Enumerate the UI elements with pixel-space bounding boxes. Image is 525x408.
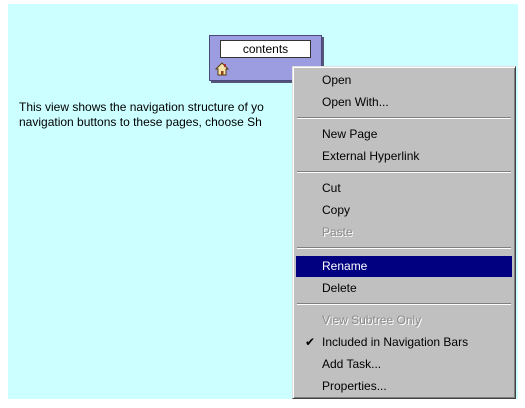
menu-item-paste: Paste <box>322 225 353 239</box>
page-node-label: contents <box>220 40 311 58</box>
menu-item-included-in-navigation-bars[interactable]: ✔ Included in Navigation Bars <box>296 332 512 353</box>
menu-item-add-task[interactable]: Add Task... <box>296 354 512 375</box>
menu-item-cut[interactable]: Cut <box>296 178 512 199</box>
description-line: navigation buttons to these pages, choos… <box>19 115 262 129</box>
menu-item-new-page[interactable]: New Page <box>296 124 512 145</box>
menu-separator <box>297 117 511 119</box>
menu-separator <box>297 171 511 173</box>
menu-separator <box>297 303 511 305</box>
menu-item-open[interactable]: Open <box>296 70 512 91</box>
menu-item-properties[interactable]: Properties... <box>296 376 512 397</box>
home-icon <box>215 62 229 76</box>
menu-item-label: Included in Navigation Bars <box>322 335 469 349</box>
description-line: This view shows the navigation structure… <box>19 100 264 114</box>
navigation-view-description: This view shows the navigation structure… <box>19 100 304 140</box>
menu-item-open-with[interactable]: Open With... <box>296 92 512 113</box>
menu-item-copy[interactable]: Copy <box>296 200 512 221</box>
menu-item-rename[interactable]: Rename <box>296 256 512 277</box>
page-context-menu: Open Open With... New Page External Hype… <box>292 66 516 399</box>
menu-item-view-subtree-only: View Subtree Only <box>322 313 422 327</box>
menu-separator <box>297 247 511 249</box>
check-icon: ✔ <box>305 335 316 349</box>
menu-item-external-hyperlink[interactable]: External Hyperlink <box>296 146 512 167</box>
menu-item-delete[interactable]: Delete <box>296 278 512 299</box>
